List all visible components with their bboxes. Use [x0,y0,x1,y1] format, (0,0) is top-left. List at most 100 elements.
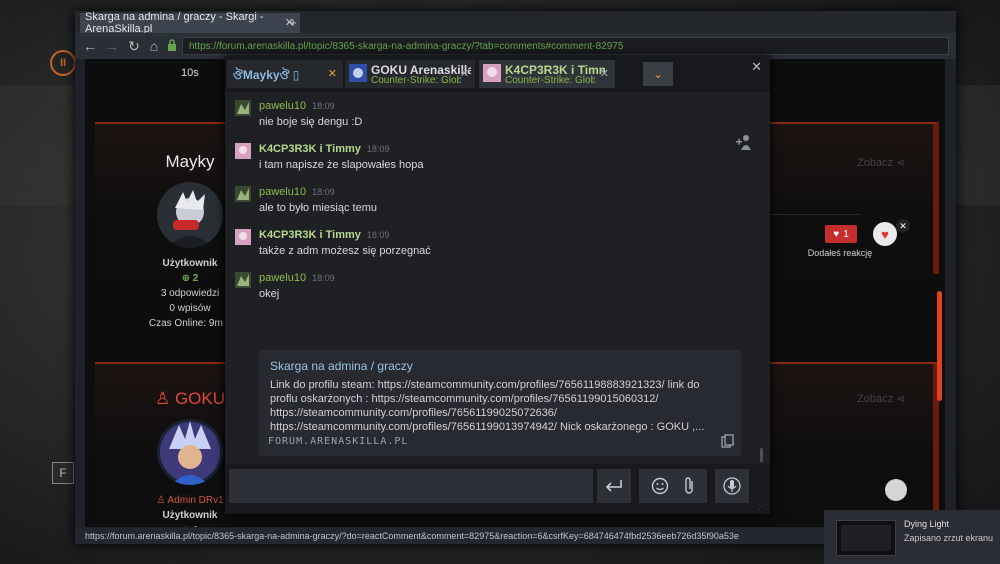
zobacz-text: Zobacz [857,393,894,405]
chat-tab-k4cp3r3k[interactable]: K4CP3R3K i Timmy Counter-Strike: Global … [479,60,615,88]
chat-scrollbar[interactable] [760,448,763,462]
copy-icon[interactable] [721,434,735,448]
paperclip-icon[interactable] [683,476,695,496]
remove-reaction-icon[interactable]: ✕ [896,219,910,233]
steam-chat-window: ঔMaykyঔ ▯ ✕ GOKU Arenaskilla Counter-Str… [225,56,770,514]
share-link[interactable]: Zobacz ⋖ [857,392,905,405]
message-text: ale to było miesiąc temu [259,202,377,214]
link-preview-embed[interactable]: Skarga na admina / graczy Link do profil… [259,350,741,456]
chevron-down-icon: ⌄ [652,67,664,81]
close-tab-icon[interactable]: ✕ [460,67,469,80]
close-tab-icon[interactable]: ✕ [328,67,337,80]
share-link[interactable]: Zobacz ⋖ [857,156,905,169]
message-author[interactable]: pawelu10 18:09 [259,272,335,284]
voice-chat-button[interactable] [715,469,749,503]
resize-grip-icon[interactable]: ⋰ [758,502,768,512]
home-icon[interactable]: ⌂ [145,37,163,55]
group-tab-name: Mayky [242,68,280,82]
close-icon[interactable]: ✕ [751,59,762,75]
embed-domain: FORUM.ARENASKILLA.PL [268,436,409,447]
new-tab-button[interactable]: + [285,14,301,30]
message-author[interactable]: K4CP3R3K i Timmy 18:09 [259,229,389,241]
friend-avatar [483,64,501,82]
timer-text: 10s [181,67,199,79]
group-tab-title: ঔMaykyঔ ▯ [233,67,299,87]
message-author[interactable]: pawelu10 18:09 [259,100,335,112]
scroll-to-top-button[interactable] [885,479,907,501]
emoticon-icon[interactable] [651,477,669,495]
reputation-plus-icon: ⊕ [181,273,191,284]
user-icon: ♙ [154,389,171,408]
avatar[interactable] [157,182,223,248]
browser-tab-bar: Skarga na admina / graczy - Skargi - Are… [75,11,956,35]
browser-tab-title: Skarga na admina / graczy - Skargi - Are… [85,11,264,35]
reputation-plus-icon: ⊕ [182,525,190,527]
url-bar[interactable]: https://forum.arenaskilla.pl/topic/8365-… [182,37,949,55]
author-name-text: GOKU [174,389,226,408]
close-tab-icon[interactable]: ✕ [600,67,609,80]
message-text: także z adm możesz się porzegnać [259,245,431,257]
share-icon: ⋖ [896,393,906,405]
message-author[interactable]: K4CP3R3K i Timmy 18:09 [259,143,389,155]
friend-avatar [349,64,367,82]
microphone-icon [723,477,741,495]
chat-tab-game: Counter-Strike: Global Offensive [505,75,595,86]
emoticon-attach-group [639,469,707,503]
screenshot-notification[interactable]: Dying Light Zapisano zrzut ekranu [824,510,1000,564]
message-text: nie boje się dengu :D [259,116,363,128]
zobacz-text: Zobacz [857,157,894,169]
phone-icon: ▯ [292,68,300,82]
chat-tab-bar: ঔMaykyঔ ▯ ✕ GOKU Arenaskilla Counter-Str… [225,56,770,92]
browser-tab[interactable]: Skarga na admina / graczy - Skargi - Are… [80,11,300,35]
message-time: 18:09 [312,101,335,111]
more-tabs-dropdown[interactable]: ⌄ [643,62,673,86]
send-button[interactable] [597,469,631,503]
chat-tab-group[interactable]: ঔMaykyঔ ▯ ✕ [227,60,343,88]
heart-icon: ♥ [833,228,840,240]
embed-body: Link do profilu steam: https://steamcomm… [270,378,710,434]
message-author[interactable]: pawelu10 18:09 [259,186,335,198]
share-icon: ⋖ [896,157,906,169]
message-input[interactable] [229,469,593,503]
user-icon: ♙ [156,495,166,506]
reaction-label: Dodałeś reakcję [807,248,873,258]
notification-game: Dying Light [904,519,950,529]
message-text: okej [259,288,280,300]
reaction-heart-button[interactable]: ♥ [873,222,897,246]
forward-arrow-icon[interactable]: → [103,37,121,55]
message-text: i tam napisze że slapowałes hopa [259,159,424,171]
page-scrollbar[interactable] [937,291,942,401]
chat-tab-goku[interactable]: GOKU Arenaskilla Counter-Strike: Global … [345,60,475,88]
sender-avatar[interactable] [235,186,251,202]
author-name: pawelu10 [259,100,307,112]
chat-input-row: ⋰ [225,464,770,514]
add-user-icon[interactable] [735,134,753,150]
sender-avatar[interactable] [235,100,251,116]
author-name: K4CP3R3K i Timmy [259,229,361,241]
sender-avatar[interactable] [235,143,251,159]
message-time: 18:09 [312,187,335,197]
author-name: K4CP3R3K i Timmy [259,143,361,155]
embed-title[interactable]: Skarga na admina / graczy [270,359,413,373]
author-name: pawelu10 [259,186,307,198]
notification-text: Zapisano zrzut ekranu [904,533,994,543]
reputation-count: 1 [193,525,199,527]
screenshot-thumbnail [836,520,896,556]
reaction-badge[interactable]: ♥ 1 [825,225,857,243]
embed-line: https://steamcommunity.com/profiles/7656… [270,421,705,433]
sender-avatar[interactable] [235,229,251,245]
message-time: 18:09 [312,273,335,283]
reload-icon[interactable]: ↻ [125,37,143,55]
avatar[interactable] [157,419,223,485]
sender-avatar[interactable] [235,272,251,288]
enter-arrow-icon [605,480,622,492]
embed-line: proflu oskarżonych : https://steamcommun… [270,393,659,405]
pause-icon: II [50,50,76,76]
f-key-hint-icon: F [52,462,74,484]
author-name: pawelu10 [259,272,307,284]
message-time: 18:09 [366,144,390,154]
message-time: 18:09 [366,230,390,240]
chat-tab-game: Counter-Strike: Global Offensive [371,75,461,86]
decoration-icon: ঔ [279,68,290,82]
back-arrow-icon[interactable]: ← [81,37,99,55]
